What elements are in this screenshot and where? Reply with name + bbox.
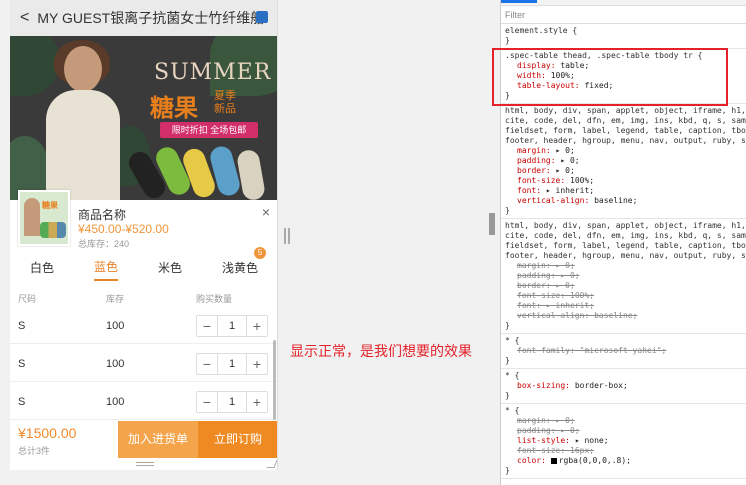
quantity-input[interactable]: 1 bbox=[217, 392, 247, 412]
sku-selector-sheet: 糖果 商品名称 ¥450.00-¥520.00 总库存：240 × 白色 蓝色 … bbox=[10, 190, 277, 470]
stock-cell: 100 bbox=[106, 396, 125, 408]
plus-button[interactable]: + bbox=[247, 392, 267, 412]
css-selector: * { bbox=[505, 371, 520, 380]
page-title: MY GUEST银离子抗菌女士竹纤维船袜 bbox=[37, 10, 266, 26]
css-property[interactable]: font: ▸ inherit; bbox=[505, 186, 594, 195]
color-tab-blue[interactable]: 蓝色 bbox=[93, 258, 118, 281]
size-cell: S bbox=[18, 358, 26, 370]
css-property[interactable]: box-sizing: border-box; bbox=[505, 381, 628, 390]
annotation-text: 显示正常，是我们想要的效果 bbox=[290, 343, 472, 359]
css-property[interactable]: list-style: ▸ none; bbox=[505, 436, 609, 445]
css-property[interactable]: font-family: "microsoft yahei"; bbox=[505, 346, 666, 355]
css-property[interactable]: padding: ▸ 0; bbox=[505, 156, 580, 165]
table-row: S 100 − 1 + bbox=[10, 308, 277, 344]
minus-button[interactable]: − bbox=[197, 354, 217, 374]
css-rule-universal-reset: * { margin: ▸ 0; padding: ▸ 0; list-styl… bbox=[501, 404, 746, 479]
css-property[interactable]: margin: ▸ 0; bbox=[505, 261, 575, 270]
color-tab-beige[interactable]: 米色 bbox=[158, 259, 182, 280]
count-badge: 5 bbox=[254, 246, 266, 259]
plus-button[interactable]: + bbox=[247, 316, 267, 336]
back-icon[interactable]: < bbox=[20, 9, 29, 27]
product-name: 商品名称 bbox=[78, 208, 127, 222]
banner-tag: 限时折扣 全场包邮 bbox=[160, 122, 258, 138]
css-property[interactable]: vertical-align: baseline; bbox=[505, 196, 637, 205]
quantity-stepper: − 1 + bbox=[196, 391, 268, 413]
css-property[interactable]: color: rgba(0,0,0,.8); bbox=[505, 456, 631, 465]
css-property[interactable]: border: ▸ 0; bbox=[505, 281, 575, 290]
stock-cell: 100 bbox=[106, 358, 125, 370]
table-row: S 100 − 1 + bbox=[10, 346, 277, 382]
color-tab-light-yellow[interactable]: 浅黄色 5 bbox=[221, 246, 266, 280]
css-property[interactable]: padding: ▸ 0; bbox=[505, 271, 580, 280]
header-stock: 库存 bbox=[106, 294, 125, 304]
spec-table-header: 尺码 库存 购买数量 bbox=[10, 292, 277, 306]
css-property[interactable]: font-size: 100%; bbox=[505, 176, 594, 185]
highlight-box bbox=[492, 48, 728, 106]
css-rule-universal-box-sizing: * { box-sizing: border-box; } bbox=[501, 369, 746, 404]
model-figure bbox=[40, 40, 126, 200]
table-row: S 100 − 1 + bbox=[10, 384, 277, 420]
top-nav-bar: < MY GUEST银离子抗菌女士竹纤维船袜 bbox=[10, 0, 277, 36]
css-property[interactable]: font-size: 100%; bbox=[505, 291, 594, 300]
product-thumbnail: 糖果 bbox=[18, 190, 70, 246]
plus-button[interactable]: + bbox=[247, 354, 267, 374]
minus-button[interactable]: − bbox=[197, 316, 217, 336]
total-price: ¥1500.00 bbox=[18, 425, 77, 441]
phone-preview: < MY GUEST银离子抗菌女士竹纤维船袜 SUMMER 糖果 夏季新品 限时… bbox=[10, 0, 278, 470]
resize-corner-icon[interactable] bbox=[266, 460, 277, 468]
header-size: 尺码 bbox=[18, 294, 37, 304]
css-rule-universal-font: * { font-family: "microsoft yahei"; } bbox=[501, 334, 746, 369]
quantity-input[interactable]: 1 bbox=[217, 354, 247, 374]
size-cell: S bbox=[18, 320, 26, 332]
quantity-stepper: − 1 + bbox=[196, 315, 268, 337]
drag-handle[interactable] bbox=[136, 462, 154, 466]
css-rule-element-style: element.style { } bbox=[501, 24, 746, 49]
add-to-purchase-list-button[interactable]: 加入进货单 bbox=[118, 421, 198, 458]
product-price: ¥450.00-¥520.00 bbox=[78, 222, 169, 236]
filter-input[interactable]: Filter bbox=[501, 6, 746, 24]
css-property[interactable]: padding: ▸ 0; bbox=[505, 426, 580, 435]
css-selector: html, body, div, span, applet, object, i… bbox=[505, 106, 746, 145]
cart-icon[interactable] bbox=[256, 11, 268, 23]
css-property[interactable]: margin: ▸ 0; bbox=[505, 416, 575, 425]
banner-new-text: 夏季新品 bbox=[214, 90, 236, 115]
close-icon[interactable]: × bbox=[262, 204, 270, 220]
stock-cell: 100 bbox=[106, 320, 125, 332]
order-now-button[interactable]: 立即订购 bbox=[198, 421, 277, 458]
css-property[interactable]: font-size: 16px; bbox=[505, 446, 594, 455]
css-property[interactable]: font: ▸ inherit; bbox=[505, 301, 594, 310]
color-swatch-icon[interactable] bbox=[550, 457, 557, 464]
color-tabs: 白色 蓝色 米色 浅黄色 5 bbox=[10, 246, 277, 282]
size-cell: S bbox=[18, 396, 26, 408]
socks-image bbox=[124, 143, 277, 200]
minus-button[interactable]: − bbox=[197, 392, 217, 412]
banner-summer-text: SUMMER bbox=[154, 60, 272, 85]
color-tab-label: 浅黄色 bbox=[221, 260, 258, 275]
css-rule-reset: html, body, div, span, applet, object, i… bbox=[501, 104, 746, 219]
css-property[interactable]: border: ▸ 0; bbox=[505, 166, 575, 175]
header-quantity: 购买数量 bbox=[196, 294, 233, 304]
product-banner-image: SUMMER 糖果 夏季新品 限时折扣 全场包邮 bbox=[10, 36, 277, 200]
css-selector: * { bbox=[505, 406, 520, 415]
scrollbar[interactable] bbox=[273, 340, 276, 420]
bottom-action-bar: ¥1500.00 总计3件 加入进货单 立即订购 bbox=[10, 421, 277, 458]
color-tab-white[interactable]: 白色 bbox=[30, 259, 54, 280]
css-rule-reset-overridden: html, body, div, span, applet, object, i… bbox=[501, 219, 746, 334]
css-property[interactable]: vertical-align: baseline; bbox=[505, 311, 637, 320]
css-property[interactable]: margin: ▸ 0; bbox=[505, 146, 575, 155]
quantity-input[interactable]: 1 bbox=[217, 316, 247, 336]
devtools-scrollbar[interactable] bbox=[489, 213, 495, 235]
pane-splitter[interactable] bbox=[284, 228, 290, 244]
total-count: 总计3件 bbox=[18, 446, 51, 456]
product-total-stock: 总库存：240 bbox=[78, 239, 130, 249]
banner-candy-text: 糖果 bbox=[150, 95, 198, 122]
css-selector: * { bbox=[505, 336, 520, 345]
css-selector: html, body, div, span, applet, object, i… bbox=[505, 221, 746, 260]
quantity-stepper: − 1 + bbox=[196, 353, 268, 375]
